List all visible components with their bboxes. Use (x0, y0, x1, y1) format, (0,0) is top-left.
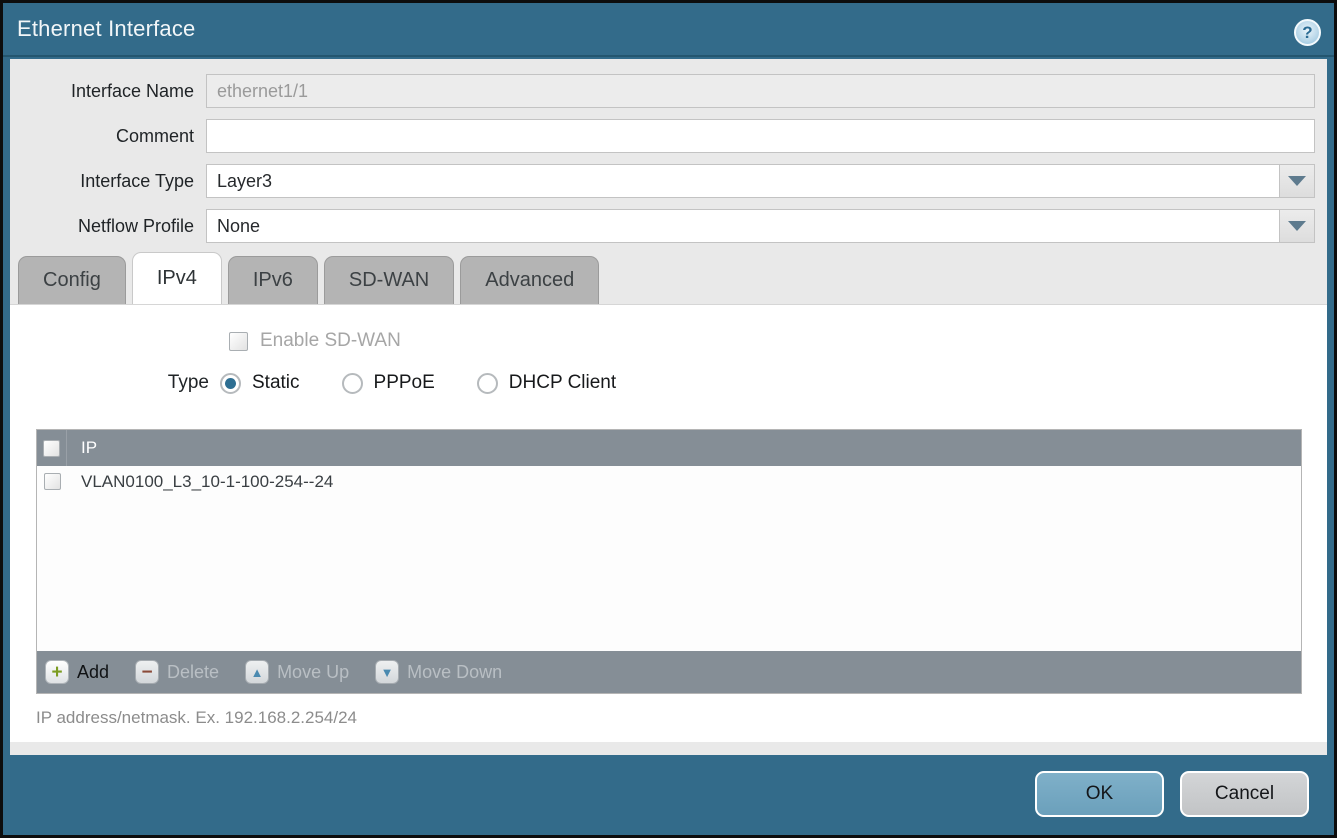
ethernet-interface-dialog: Ethernet Interface ? Interface Name Comm… (0, 0, 1337, 838)
tab-config[interactable]: Config (18, 256, 126, 304)
radio-pppoe-label: PPPoE (374, 372, 435, 394)
radio-static-label: Static (252, 372, 300, 394)
move-up-button[interactable]: ▲ Move Up (245, 660, 349, 684)
netflow-profile-row: Netflow Profile (10, 209, 1315, 243)
radio-dhcp-client-label: DHCP Client (509, 372, 616, 394)
row-checkbox[interactable] (44, 473, 61, 490)
interface-type-dropdown-button[interactable] (1279, 164, 1315, 198)
netflow-profile-dropdown-button[interactable] (1279, 209, 1315, 243)
cancel-button[interactable]: Cancel (1180, 771, 1309, 817)
interface-name-label: Interface Name (10, 81, 206, 102)
ipv4-panel: Enable SD-WAN Type Static PPPoE DHCP Cli… (10, 304, 1327, 742)
enable-sdwan-row: Enable SD-WAN (229, 330, 401, 352)
netflow-profile-combo (206, 209, 1315, 243)
radio-pppoe[interactable] (342, 373, 363, 394)
move-down-button-label: Move Down (407, 662, 502, 683)
tab-ipv6[interactable]: IPv6 (228, 256, 318, 304)
dialog-content: Interface Name Comment Interface Type Ne… (10, 59, 1327, 755)
netflow-profile-field[interactable] (206, 209, 1279, 243)
interface-type-label: Interface Type (10, 171, 206, 192)
arrow-up-icon: ▲ (245, 660, 269, 684)
interface-type-row: Interface Type (10, 164, 1315, 198)
radio-option-dhcp-client[interactable]: DHCP Client (477, 372, 616, 394)
type-row: Type Static PPPoE DHCP Client (10, 372, 658, 394)
chevron-down-icon (1288, 176, 1306, 186)
ip-table-body: VLAN0100_L3_10-1-100-254--24 (37, 466, 1301, 651)
header-checkbox-cell (37, 430, 67, 466)
chevron-down-icon (1288, 221, 1306, 231)
comment-field[interactable] (206, 119, 1315, 153)
interface-name-row: Interface Name (10, 74, 1315, 108)
add-button[interactable]: + Add (45, 660, 109, 684)
dialog-title: Ethernet Interface (17, 16, 195, 42)
type-label: Type (10, 372, 220, 394)
select-all-checkbox[interactable] (43, 440, 60, 457)
row-checkbox-cell (37, 473, 67, 490)
footer-bar: OK Cancel (3, 752, 1334, 835)
tab-sdwan[interactable]: SD-WAN (324, 256, 454, 304)
ip-table-header: IP (37, 430, 1301, 466)
ip-table: IP VLAN0100_L3_10-1-100-254--24 + Add (36, 429, 1302, 694)
radio-static[interactable] (220, 373, 241, 394)
ip-cell[interactable]: VLAN0100_L3_10-1-100-254--24 (67, 472, 333, 492)
table-row[interactable]: VLAN0100_L3_10-1-100-254--24 (37, 466, 1301, 497)
interface-type-field[interactable] (206, 164, 1279, 198)
plus-icon: + (45, 660, 69, 684)
delete-button-label: Delete (167, 662, 219, 683)
radio-option-static[interactable]: Static (220, 372, 300, 394)
ip-hint-text: IP address/netmask. Ex. 192.168.2.254/24 (36, 708, 357, 728)
move-up-button-label: Move Up (277, 662, 349, 683)
enable-sdwan-checkbox[interactable] (229, 332, 248, 351)
comment-label: Comment (10, 126, 206, 147)
arrow-down-icon: ▼ (375, 660, 399, 684)
tab-bar: Config IPv4 IPv6 SD-WAN Advanced (18, 252, 605, 304)
tab-ipv4[interactable]: IPv4 (132, 252, 222, 304)
ip-column-header: IP (67, 438, 97, 458)
radio-dhcp-client[interactable] (477, 373, 498, 394)
interface-type-combo (206, 164, 1315, 198)
help-icon[interactable]: ? (1294, 19, 1321, 46)
interface-name-field (206, 74, 1315, 108)
ip-table-toolbar: + Add − Delete ▲ Move Up ▼ Move Down (37, 651, 1301, 693)
delete-button[interactable]: − Delete (135, 660, 219, 684)
title-bar: Ethernet Interface (3, 3, 1334, 57)
minus-icon: − (135, 660, 159, 684)
add-button-label: Add (77, 662, 109, 683)
radio-option-pppoe[interactable]: PPPoE (342, 372, 435, 394)
tab-advanced[interactable]: Advanced (460, 256, 599, 304)
ok-button[interactable]: OK (1035, 771, 1164, 817)
move-down-button[interactable]: ▼ Move Down (375, 660, 502, 684)
comment-row: Comment (10, 119, 1315, 153)
netflow-profile-label: Netflow Profile (10, 216, 206, 237)
enable-sdwan-label: Enable SD-WAN (260, 330, 401, 352)
